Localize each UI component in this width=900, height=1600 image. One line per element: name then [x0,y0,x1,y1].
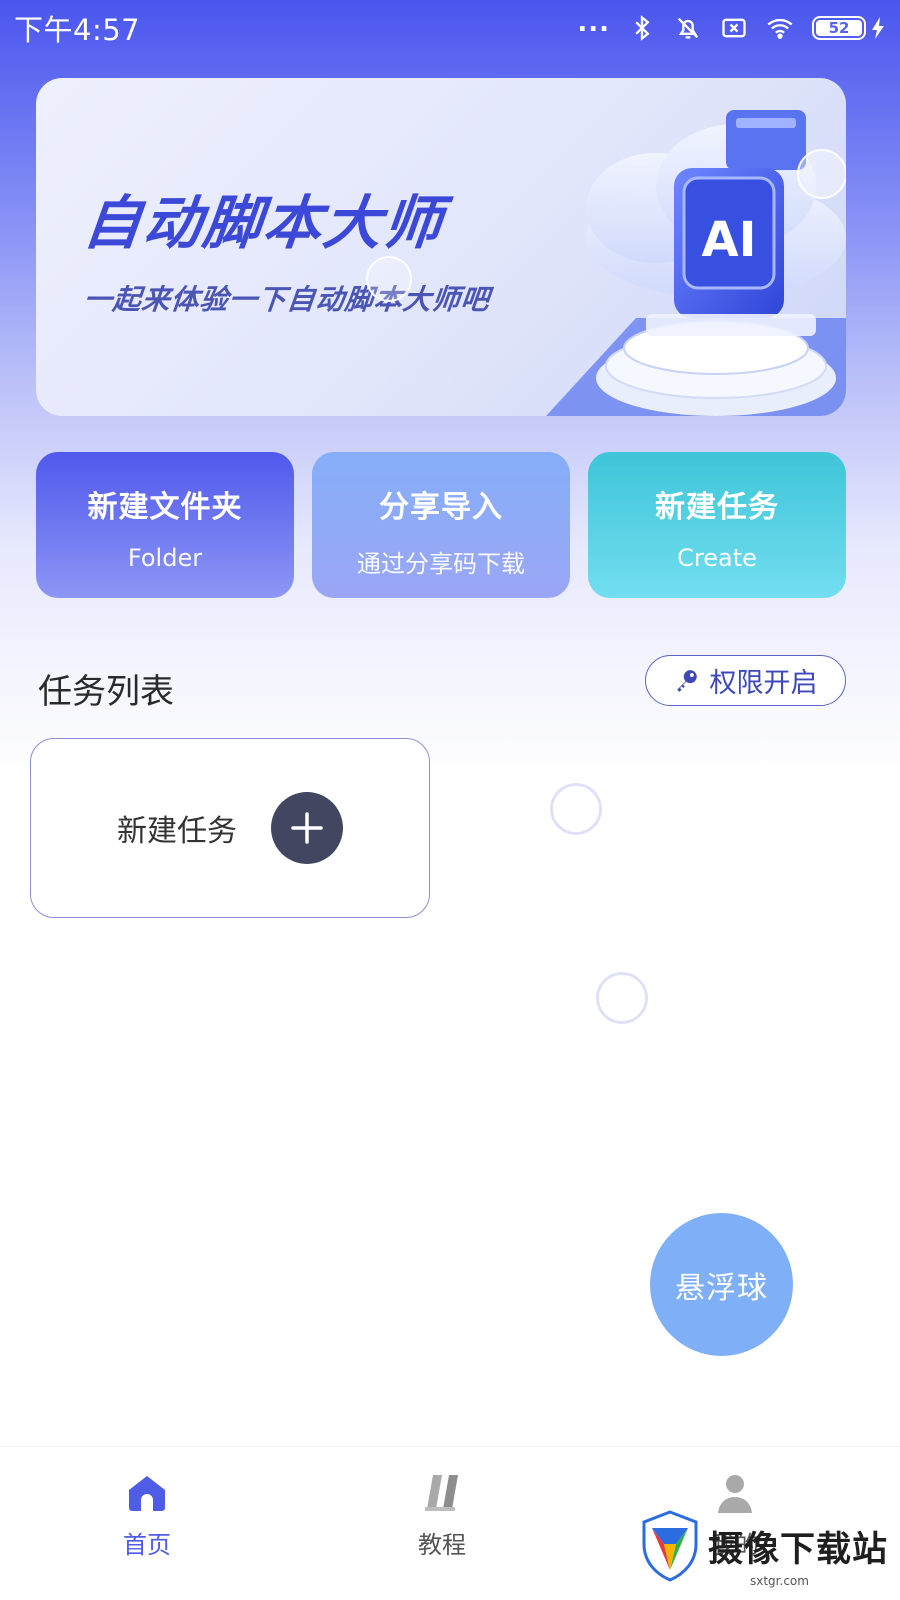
share-import-card[interactable]: 分享导入 通过分享码下载 [312,452,570,598]
nav-item-tutorial[interactable]: 教程 [362,1469,522,1560]
charging-icon [872,17,884,39]
no-sim-icon [722,18,746,38]
banner[interactable]: 自动脚本大师 一起来体验一下自动脚本大师吧 AI [36,78,846,416]
battery-level: 52 [816,19,862,37]
ai-badge-text: AI [701,212,756,268]
nav-item-home[interactable]: 首页 [67,1469,227,1560]
plus-icon [271,792,343,864]
status-icons: ... 52 [577,8,886,42]
new-task-tile[interactable]: 新建任务 [30,738,430,918]
ai-cloud-illustration: AI [546,110,846,416]
share-import-subtitle: 通过分享码下载 [357,550,525,578]
watermark-url: sxtgr.com [750,1574,809,1588]
key-icon [676,669,697,692]
permission-button-label: 权限开启 [709,668,818,699]
battery-indicator: 52 [812,16,886,40]
permission-button[interactable]: 权限开启 [645,655,846,706]
decorative-bubble [366,256,412,302]
task-list-title: 任务列表 [38,672,174,712]
decorative-ring [596,972,648,1024]
book-icon [425,1475,458,1511]
nav-label-home: 首页 [123,1531,171,1559]
decorative-ring [550,783,602,835]
new-folder-card[interactable]: 新建文件夹 Folder [36,452,294,598]
home-icon [129,1476,165,1511]
more-dots-icon: ... [577,8,610,38]
watermark-text: 摄像下载站 [708,1529,889,1570]
new-task-tile-label: 新建任务 [117,814,237,849]
battery-icon: 52 [812,16,866,40]
nav-label-tutorial: 教程 [418,1531,466,1559]
share-import-title: 分享导入 [379,490,503,525]
mute-bell-icon [677,17,699,39]
watermark-logo-icon [642,1510,698,1582]
status-bar: 下午4:57 ... 52 [0,0,900,56]
new-folder-title: 新建文件夹 [87,490,243,525]
watermark: 摄像下载站 sxtgr.com [640,1496,890,1596]
new-task-title: 新建任务 [655,490,779,525]
wifi-icon [767,18,793,39]
new-task-card[interactable]: 新建任务 Create [588,452,846,598]
floating-ball-button[interactable]: 悬浮球 [650,1213,793,1356]
banner-title: 自动脚本大师 [79,189,448,257]
new-folder-subtitle: Folder [127,544,203,572]
new-task-subtitle: Create [677,544,757,572]
status-time: 下午4:57 [14,13,141,47]
banner-subtitle: 一起来体验一下自动脚本大师吧 [82,283,492,316]
bluetooth-icon [635,15,650,41]
